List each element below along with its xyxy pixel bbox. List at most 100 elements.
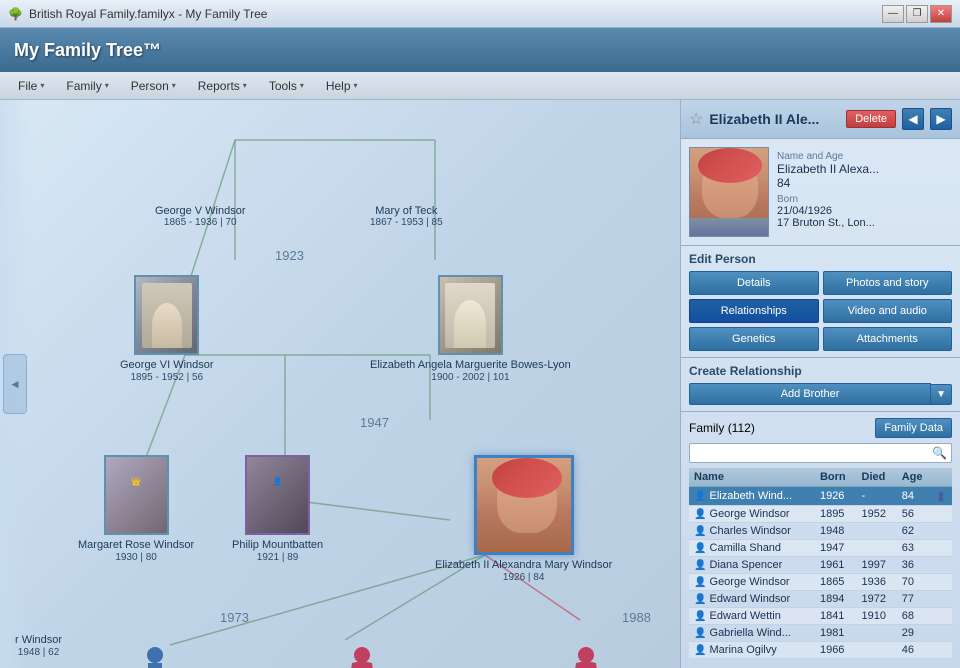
menu-bar: File ▾ Family ▾ Person ▾ Reports ▾ Tools… [0,72,960,100]
row-age-cell: 84 [897,487,933,506]
table-row[interactable]: 👤 George Windsor 1895 1952 56 [689,506,952,523]
details-button[interactable]: Details [689,271,819,295]
minimize-button[interactable]: — [882,5,904,23]
person-philip[interactable]: 👤 Philip Mountbatten 1921 | 89 [232,455,323,563]
menu-family[interactable]: Family ▾ [56,76,118,96]
family-data-button[interactable]: Family Data [875,418,952,438]
person-george-v[interactable]: George V Windsor 1865 - 1936 | 70 [155,205,245,228]
table-row[interactable]: 👤 Edward Windsor 1894 1972 77 [689,591,952,608]
add-brother-button[interactable]: Add Brother [689,383,931,405]
app-title: My Family Tree™ [14,40,161,61]
person-row-icon: 👤 [694,509,706,520]
person-row-icon: 👤 [694,611,706,622]
row-born-cell: 1981 [815,625,857,642]
panel-selected-name: Elizabeth II Ale... [709,111,840,127]
table-row[interactable]: 👤 Marina Ogilvy 1966 46 [689,642,952,659]
person-george-vi[interactable]: George VI Windsor 1895 - 1952 | 56 [120,275,214,383]
born-date: 21/04/1926 [777,205,952,217]
nav-next-button[interactable]: ▶ [930,108,952,130]
row-born-cell: 1947 [815,540,857,557]
family-title: Family (112) [689,421,755,435]
anne-icon [347,645,377,668]
row-born-cell: 1841 [815,608,857,625]
family-header: Family (112) Family Data [689,418,952,438]
table-row[interactable]: 👤 Camilla Shand 1947 63 [689,540,952,557]
menu-help[interactable]: Help ▾ [316,76,368,96]
menu-person-arrow: ▾ [172,81,176,90]
menu-file-arrow: ▾ [40,81,44,90]
col-name: Name [689,468,815,487]
person-margaret[interactable]: 👑 Margaret Rose Windsor 1930 | 80 [78,455,194,563]
person-full-name: Elizabeth II Alexa... [777,162,952,176]
menu-file[interactable]: File ▾ [8,76,54,96]
favorite-star[interactable]: ☆ [689,109,703,129]
margaret-dates: 1930 | 80 [115,552,157,563]
menu-person[interactable]: Person ▾ [121,76,186,96]
nav-prev-button[interactable]: ◀ [902,108,924,130]
left-scroll-area[interactable]: ◀ [0,100,30,668]
row-died-cell [857,523,897,540]
row-name-cell: 👤 Edward Wettin [689,608,815,625]
row-name-cell: 👤 Edward Windsor [689,591,815,608]
row-died-cell [857,540,897,557]
photos-story-button[interactable]: Photos and story [823,271,953,295]
col-scroll [933,468,952,487]
row-scroll-cell [933,523,952,540]
row-name-cell: 👤 Charles Windsor [689,523,815,540]
add-rel-dropdown[interactable]: ▼ [931,384,952,405]
family-table: Name Born Died Age 👤 Elizabeth Wind... 1… [689,468,952,659]
philip-name: Philip Mountbatten [232,538,323,552]
search-icon: 🔍 [932,446,947,460]
attachments-button[interactable]: Attachments [823,327,953,351]
person-row-icon: 👤 [694,594,706,605]
table-row[interactable]: 👤 Edward Wettin 1841 1910 68 [689,608,952,625]
person-sarah-ferguson[interactable]: Sarah Margaret Ferguson 1959 | 51 [523,645,649,668]
col-died: Died [857,468,897,487]
row-age-cell: 36 [897,557,933,574]
row-scroll-cell [933,557,952,574]
row-name-cell: 👤 Gabriella Wind... [689,625,815,642]
row-name-cell: 👤 Diana Spencer [689,557,815,574]
delete-button[interactable]: Delete [846,110,896,128]
row-scroll-cell [933,608,952,625]
row-scroll-cell [933,574,952,591]
margaret-name: Margaret Rose Windsor [78,538,194,552]
panel-header: ☆ Elizabeth II Ale... Delete ◀ ▶ [681,100,960,139]
person-mary-teck[interactable]: Mary of Teck 1867 - 1953 | 85 [370,205,443,228]
close-button[interactable]: ✕ [930,5,952,23]
maximize-button[interactable]: ❐ [906,5,928,23]
relationships-button[interactable]: Relationships [689,299,819,323]
table-row[interactable]: 👤 Elizabeth Wind... 1926 - 84 ▮ [689,487,952,506]
person-row-icon: 👤 [694,628,706,639]
row-age-cell: 29 [897,625,933,642]
video-audio-button[interactable]: Video and audio [823,299,953,323]
row-age-cell: 63 [897,540,933,557]
menu-reports[interactable]: Reports ▾ [188,76,257,96]
menu-tools-arrow: ▾ [300,81,304,90]
menu-tools[interactable]: Tools ▾ [259,76,314,96]
family-search-input[interactable] [689,443,952,463]
person-row-icon: 👤 [694,491,706,502]
row-died-cell: 1972 [857,591,897,608]
table-row[interactable]: 👤 Diana Spencer 1961 1997 36 [689,557,952,574]
family-table-body: 👤 Elizabeth Wind... 1926 - 84 ▮ 👤 George… [689,487,952,659]
row-born-cell: 1865 [815,574,857,591]
title-bar-left: 🌳 British Royal Family.familyx - My Fami… [8,7,267,21]
person-mark-phillips[interactable]: Mark Anthony Peter Phillips 1948 | 62 [88,645,223,668]
table-row[interactable]: 👤 Charles Windsor 1948 62 [689,523,952,540]
row-age-cell: 56 [897,506,933,523]
person-elizabeth-bowes[interactable]: Elizabeth Angela Marguerite Bowes-Lyon 1… [370,275,571,383]
person-partial-left[interactable]: r Windsor 1948 | 62 [15,630,62,658]
family-tree-canvas[interactable]: ◀ 1923 1947 1973 1988 2011 George V Wind… [0,100,680,668]
table-row[interactable]: 👤 George Windsor 1865 1936 70 [689,574,952,591]
edit-person-title: Edit Person [689,252,952,266]
row-age-cell: 46 [897,642,933,659]
person-elizabeth-ii[interactable]: Elizabeth II Alexandra Mary Windsor 1926… [435,455,612,583]
person-row-icon: 👤 [694,645,706,656]
row-died-cell: 1997 [857,557,897,574]
genetics-button[interactable]: Genetics [689,327,819,351]
family-table-container[interactable]: Name Born Died Age 👤 Elizabeth Wind... 1… [689,468,952,662]
table-row[interactable]: 👤 Gabriella Wind... 1981 29 [689,625,952,642]
person-anne[interactable]: Anne Elizabeth Alice Windsor 1950 | 60 [290,645,434,668]
family-search-container: 🔍 [689,443,952,468]
